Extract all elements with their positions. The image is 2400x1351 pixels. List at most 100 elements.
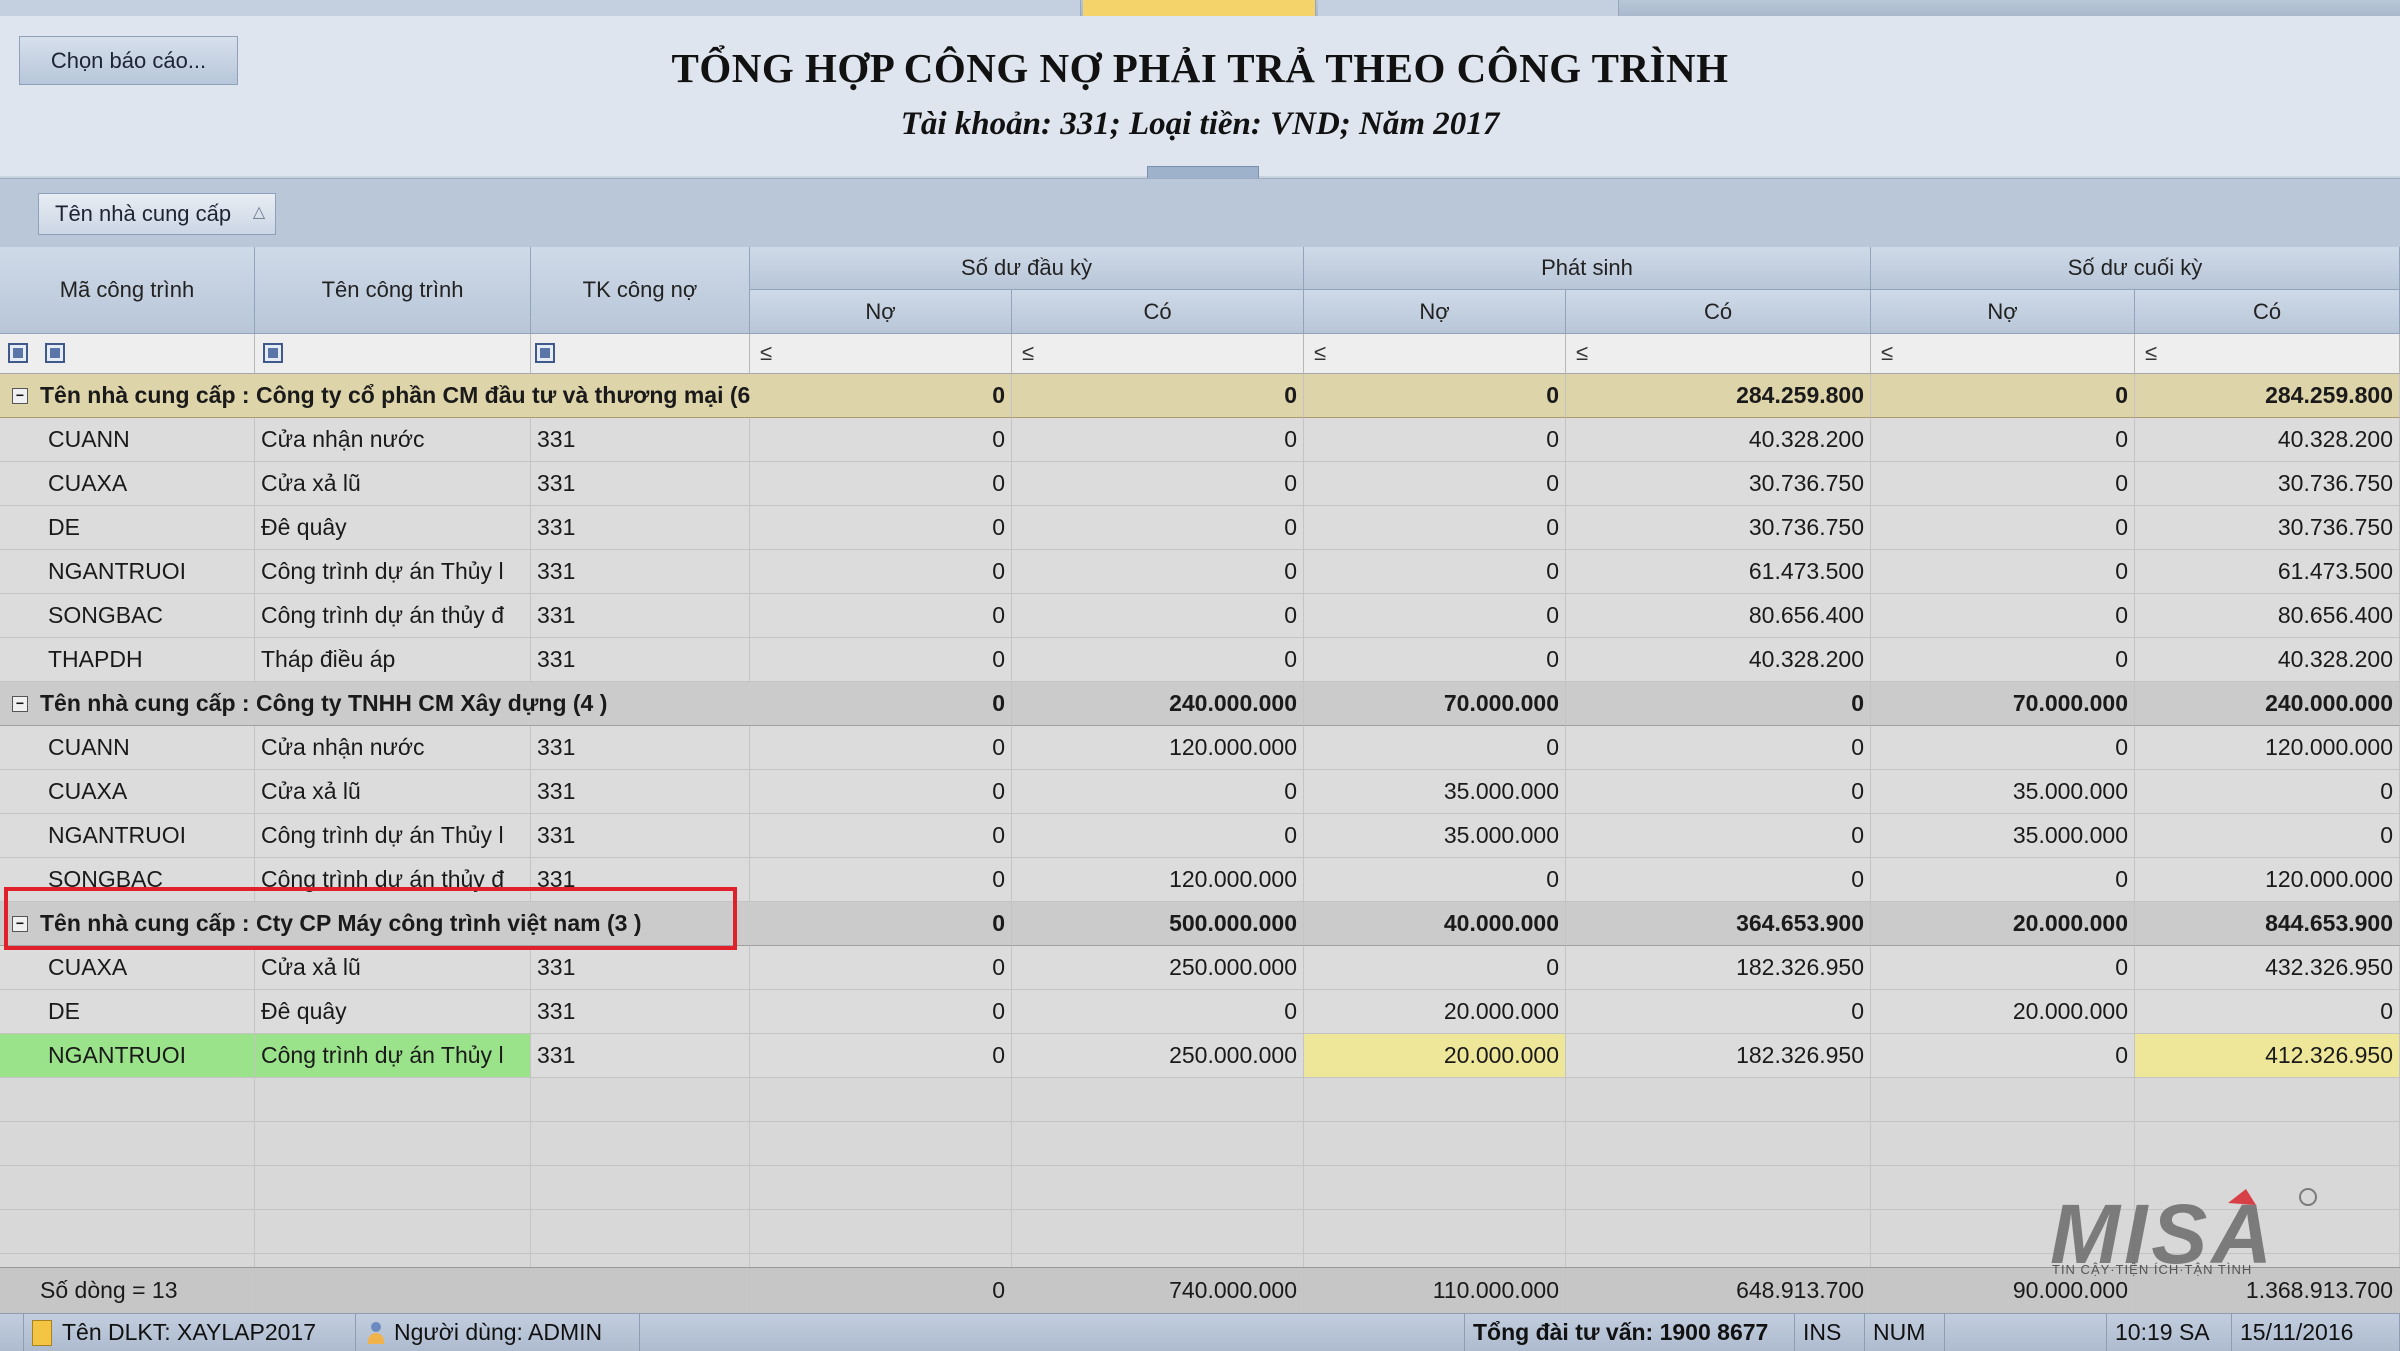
col-header-phat-sinh-co[interactable]: Có — [1566, 290, 1871, 334]
filter-cell-cuoi-ky-co[interactable]: ≤ — [2135, 334, 2400, 374]
cell-amount[interactable]: 0 — [1304, 638, 1566, 682]
table-row[interactable]: DE Đê quây 331 0 0 0 30.736.750 0 30.736.750 — [0, 506, 2400, 550]
table-row[interactable]: SONGBAC Công trình dự án thủy đ 331 0 120.00… — [0, 858, 2400, 902]
group-row[interactable]: Tên nhà cung cấp : Công ty cổ phần CM đầ… — [0, 374, 2400, 418]
cell-ten-cong-trinh[interactable]: Tháp điều áp — [255, 638, 531, 682]
collapse-group-icon[interactable]: − — [12, 696, 28, 712]
filter-cell-ten[interactable] — [255, 334, 531, 374]
cell-amount[interactable]: 0 — [750, 462, 1012, 506]
cell-amount[interactable]: 120.000.000 — [2135, 858, 2400, 902]
group-row-label[interactable]: Tên nhà cung cấp : Công ty TNHH CM Xây d… — [0, 682, 750, 726]
cell-ma-cong-trinh[interactable]: SONGBAC — [0, 594, 255, 638]
group-row-label[interactable]: Tên nhà cung cấp : Cty CP Máy công trình… — [0, 902, 750, 946]
cell-amount[interactable]: 0 — [1566, 814, 1871, 858]
cell-amount[interactable]: 0 — [1566, 990, 1871, 1034]
cell-tk-cong-no[interactable]: 331 — [531, 770, 750, 814]
cell-amount[interactable]: 0 — [1566, 770, 1871, 814]
cell-amount[interactable]: 0 — [1871, 462, 2135, 506]
cell-amount[interactable]: 0 — [1871, 506, 2135, 550]
cell-amount[interactable]: 0 — [1304, 946, 1566, 990]
cell-amount[interactable]: 35.000.000 — [1304, 814, 1566, 858]
cell-amount[interactable]: 250.000.000 — [1012, 946, 1304, 990]
table-row[interactable]: DE Đê quây 331 0 0 20.000.000 0 20.000.000 0 — [0, 990, 2400, 1034]
cell-amount[interactable]: 30.736.750 — [2135, 462, 2400, 506]
filter-operator[interactable]: ≤ — [2145, 340, 2157, 366]
cell-ten-cong-trinh[interactable]: Cửa nhận nước — [255, 418, 531, 462]
filter-cell-ma[interactable] — [0, 334, 255, 374]
col-header-dau-ky-co[interactable]: Có — [1012, 290, 1304, 334]
table-row[interactable]: SONGBAC Công trình dự án thủy đ 331 0 0 0 80.6… — [0, 594, 2400, 638]
cell-amount[interactable]: 35.000.000 — [1304, 770, 1566, 814]
cell-tk-cong-no[interactable]: 331 — [531, 462, 750, 506]
cell-amount[interactable]: 0 — [1012, 770, 1304, 814]
cell-amount[interactable]: 0 — [1304, 594, 1566, 638]
cell-amount[interactable]: 0 — [1012, 550, 1304, 594]
cell-ma-cong-trinh[interactable]: CUANN — [0, 726, 255, 770]
cell-amount[interactable]: 0 — [2135, 990, 2400, 1034]
cell-amount[interactable]: 40.328.200 — [1566, 418, 1871, 462]
cell-amount[interactable]: 0 — [1566, 858, 1871, 902]
cell-amount[interactable]: 0 — [750, 1034, 1012, 1078]
cell-ten-cong-trinh[interactable]: Công trình dự án thủy đ — [255, 594, 531, 638]
cell-tk-cong-no[interactable]: 331 — [531, 990, 750, 1034]
cell-amount[interactable]: 0 — [1012, 418, 1304, 462]
col-header-tk-cong-no[interactable]: TK công nợ — [531, 247, 750, 334]
cell-ma-cong-trinh[interactable]: CUANN — [0, 418, 255, 462]
cell-amount[interactable]: 20.000.000 — [1304, 990, 1566, 1034]
document-tab-active[interactable] — [1083, 0, 1316, 16]
col-header-cuoi-ky-co[interactable]: Có — [2135, 290, 2400, 334]
cell-amount[interactable]: 0 — [1012, 990, 1304, 1034]
cell-amount[interactable]: 432.326.950 — [2135, 946, 2400, 990]
cell-amount[interactable]: 0 — [1871, 418, 2135, 462]
cell-amount[interactable]: 40.328.200 — [1566, 638, 1871, 682]
cell-amount[interactable]: 80.656.400 — [2135, 594, 2400, 638]
cell-ma-cong-trinh[interactable]: THAPDH — [0, 638, 255, 682]
cell-amount[interactable]: 40.328.200 — [2135, 638, 2400, 682]
filter-operator[interactable]: ≤ — [760, 340, 772, 366]
cell-amount[interactable]: 120.000.000 — [1012, 858, 1304, 902]
cell-amount[interactable]: 20.000.000 — [1871, 990, 2135, 1034]
document-tab[interactable] — [720, 0, 1081, 16]
cell-amount[interactable]: 30.736.750 — [1566, 462, 1871, 506]
cell-ten-cong-trinh[interactable]: Công trình dự án Thủy l — [255, 550, 531, 594]
cell-ma-cong-trinh[interactable]: DE — [0, 990, 255, 1034]
cell-amount[interactable]: 61.473.500 — [2135, 550, 2400, 594]
cell-amount[interactable]: 0 — [1871, 638, 2135, 682]
cell-tk-cong-no[interactable]: 331 — [531, 638, 750, 682]
filter-checkbox-icon[interactable] — [535, 343, 555, 363]
cell-ten-cong-trinh[interactable]: Đê quây — [255, 990, 531, 1034]
cell-amount[interactable]: 0 — [1304, 726, 1566, 770]
col-header-dau-ky-no[interactable]: Nợ — [750, 290, 1012, 334]
cell-amount[interactable]: 0 — [750, 946, 1012, 990]
cell-amount[interactable]: 0 — [1012, 814, 1304, 858]
filter-cell-cuoi-ky-no[interactable]: ≤ — [1871, 334, 2135, 374]
cell-amount[interactable]: 20.000.000 — [1304, 1034, 1566, 1078]
cell-amount[interactable]: 0 — [1012, 594, 1304, 638]
cell-ten-cong-trinh[interactable]: Cửa xả lũ — [255, 462, 531, 506]
cell-amount[interactable]: 0 — [750, 726, 1012, 770]
filter-operator[interactable]: ≤ — [1576, 340, 1588, 366]
cell-amount[interactable]: 61.473.500 — [1566, 550, 1871, 594]
cell-amount[interactable]: 0 — [1304, 506, 1566, 550]
filter-cell-tk[interactable] — [531, 334, 750, 374]
cell-amount[interactable]: 30.736.750 — [2135, 506, 2400, 550]
cell-ma-cong-trinh[interactable]: DE — [0, 506, 255, 550]
cell-ten-cong-trinh[interactable]: Đê quây — [255, 506, 531, 550]
cell-amount[interactable]: 0 — [2135, 814, 2400, 858]
col-header-cuoi-ky-no[interactable]: Nợ — [1871, 290, 2135, 334]
cell-amount[interactable]: 0 — [1871, 726, 2135, 770]
table-row[interactable]: CUAXA Cửa xả lũ 331 0 0 0 30.736.750 0 30.736.75… — [0, 462, 2400, 506]
cell-amount[interactable]: 182.326.950 — [1566, 1034, 1871, 1078]
cell-amount[interactable]: 30.736.750 — [1566, 506, 1871, 550]
cell-ma-cong-trinh[interactable]: NGANTRUOI — [0, 550, 255, 594]
cell-amount[interactable]: 0 — [1304, 550, 1566, 594]
cell-tk-cong-no[interactable]: 331 — [531, 506, 750, 550]
cell-amount[interactable]: 182.326.950 — [1566, 946, 1871, 990]
cell-tk-cong-no[interactable]: 331 — [531, 858, 750, 902]
document-tab[interactable] — [1318, 0, 1619, 16]
cell-tk-cong-no[interactable]: 331 — [531, 726, 750, 770]
col-header-phat-sinh-no[interactable]: Nợ — [1304, 290, 1566, 334]
cell-amount[interactable]: 0 — [750, 770, 1012, 814]
cell-amount[interactable]: 0 — [1012, 638, 1304, 682]
cell-amount[interactable]: 0 — [750, 858, 1012, 902]
